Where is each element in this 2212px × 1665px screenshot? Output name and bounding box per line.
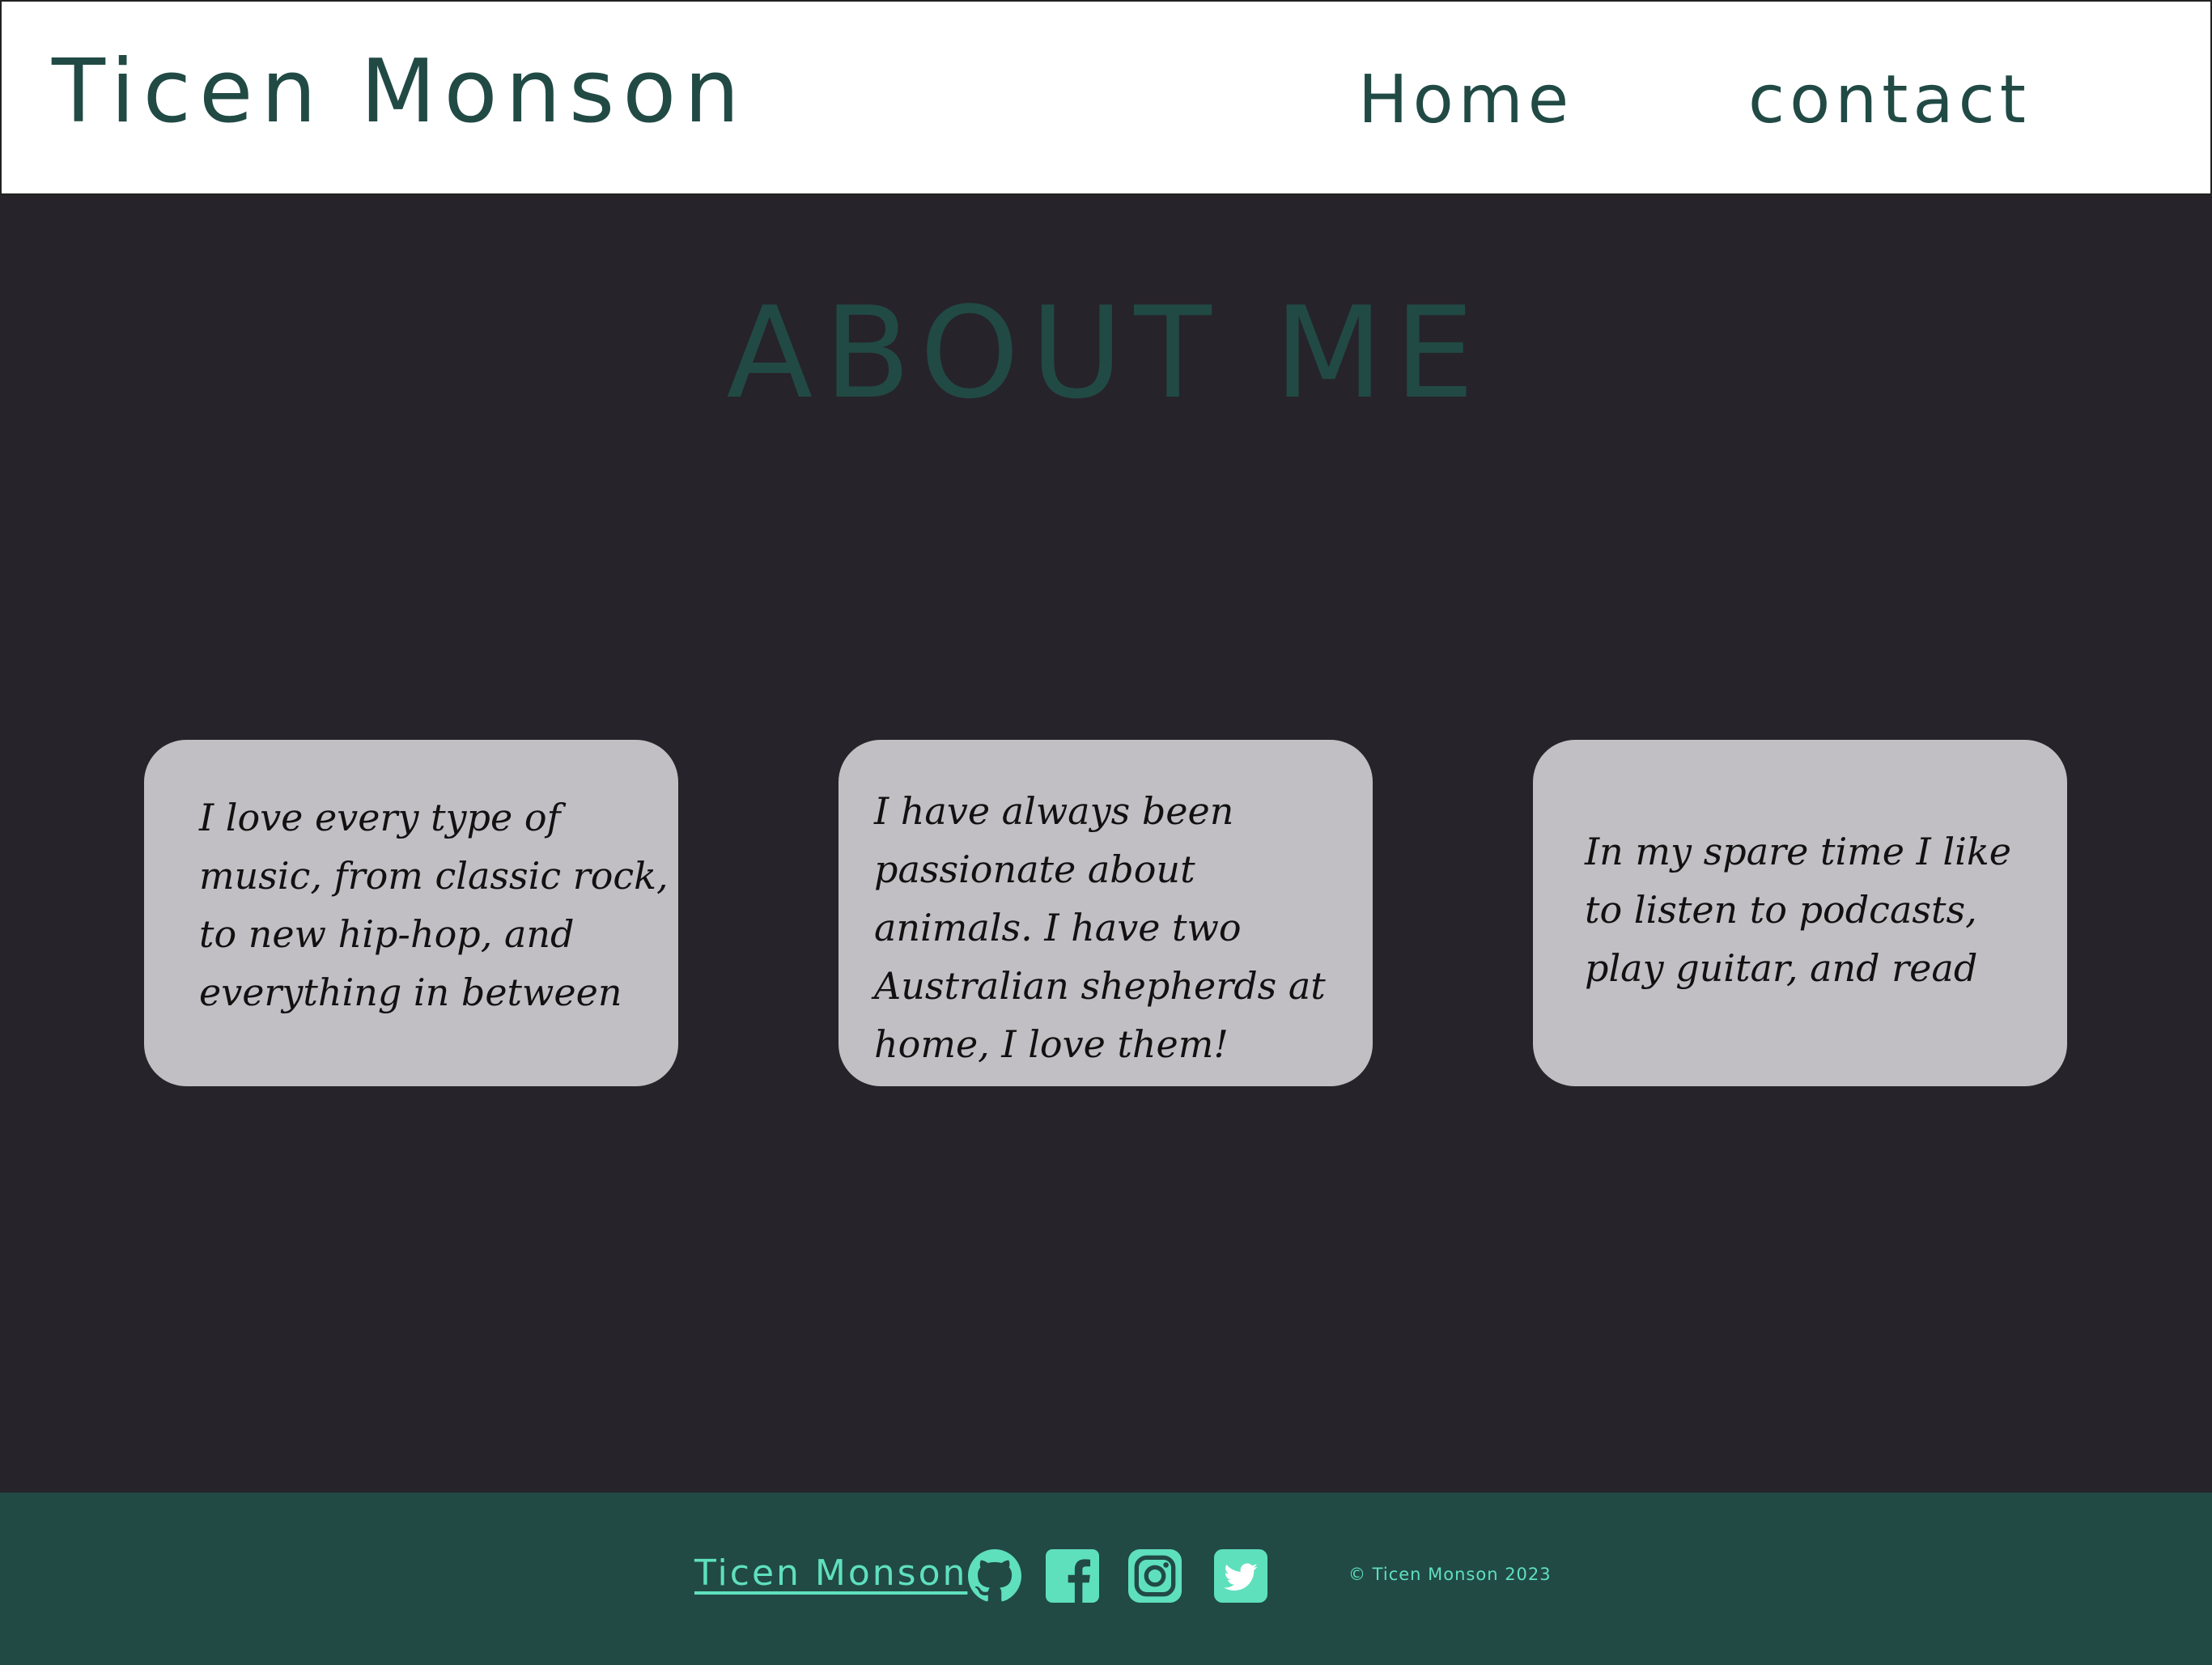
about-card-music: I love every type of music, from classic… bbox=[144, 740, 678, 1086]
card-text: I love every type of music, from classic… bbox=[199, 796, 669, 1014]
facebook-icon[interactable] bbox=[1046, 1549, 1099, 1603]
card-text: In my spare time I like to listen to pod… bbox=[1585, 830, 2011, 990]
twitter-icon[interactable] bbox=[1214, 1549, 1267, 1603]
card-text: I have always been passionate about anim… bbox=[874, 789, 1326, 1066]
nav-link-home[interactable]: Home bbox=[1358, 52, 1573, 149]
site-header: Ticen Monson Home contact bbox=[0, 0, 2212, 195]
copyright-text: © Ticen Monson 2023 bbox=[1348, 1565, 1552, 1584]
footer-name-link[interactable]: Ticen Monson bbox=[694, 1549, 967, 1598]
nav-link-contact[interactable]: contact bbox=[1748, 52, 2031, 149]
main-content: ABOUT ME I love every type of music, fro… bbox=[0, 195, 2212, 1493]
about-card-hobbies: In my spare time I like to listen to pod… bbox=[1533, 740, 2067, 1086]
about-card-animals: I have always been passionate about anim… bbox=[839, 740, 1373, 1086]
instagram-icon[interactable] bbox=[1128, 1549, 1182, 1603]
site-footer: Ticen Monson © Ticen Monson 2023 bbox=[0, 1493, 2212, 1665]
about-heading: ABOUT ME bbox=[726, 279, 1486, 427]
site-title: Ticen Monson bbox=[52, 41, 748, 142]
github-icon[interactable] bbox=[968, 1549, 1021, 1603]
